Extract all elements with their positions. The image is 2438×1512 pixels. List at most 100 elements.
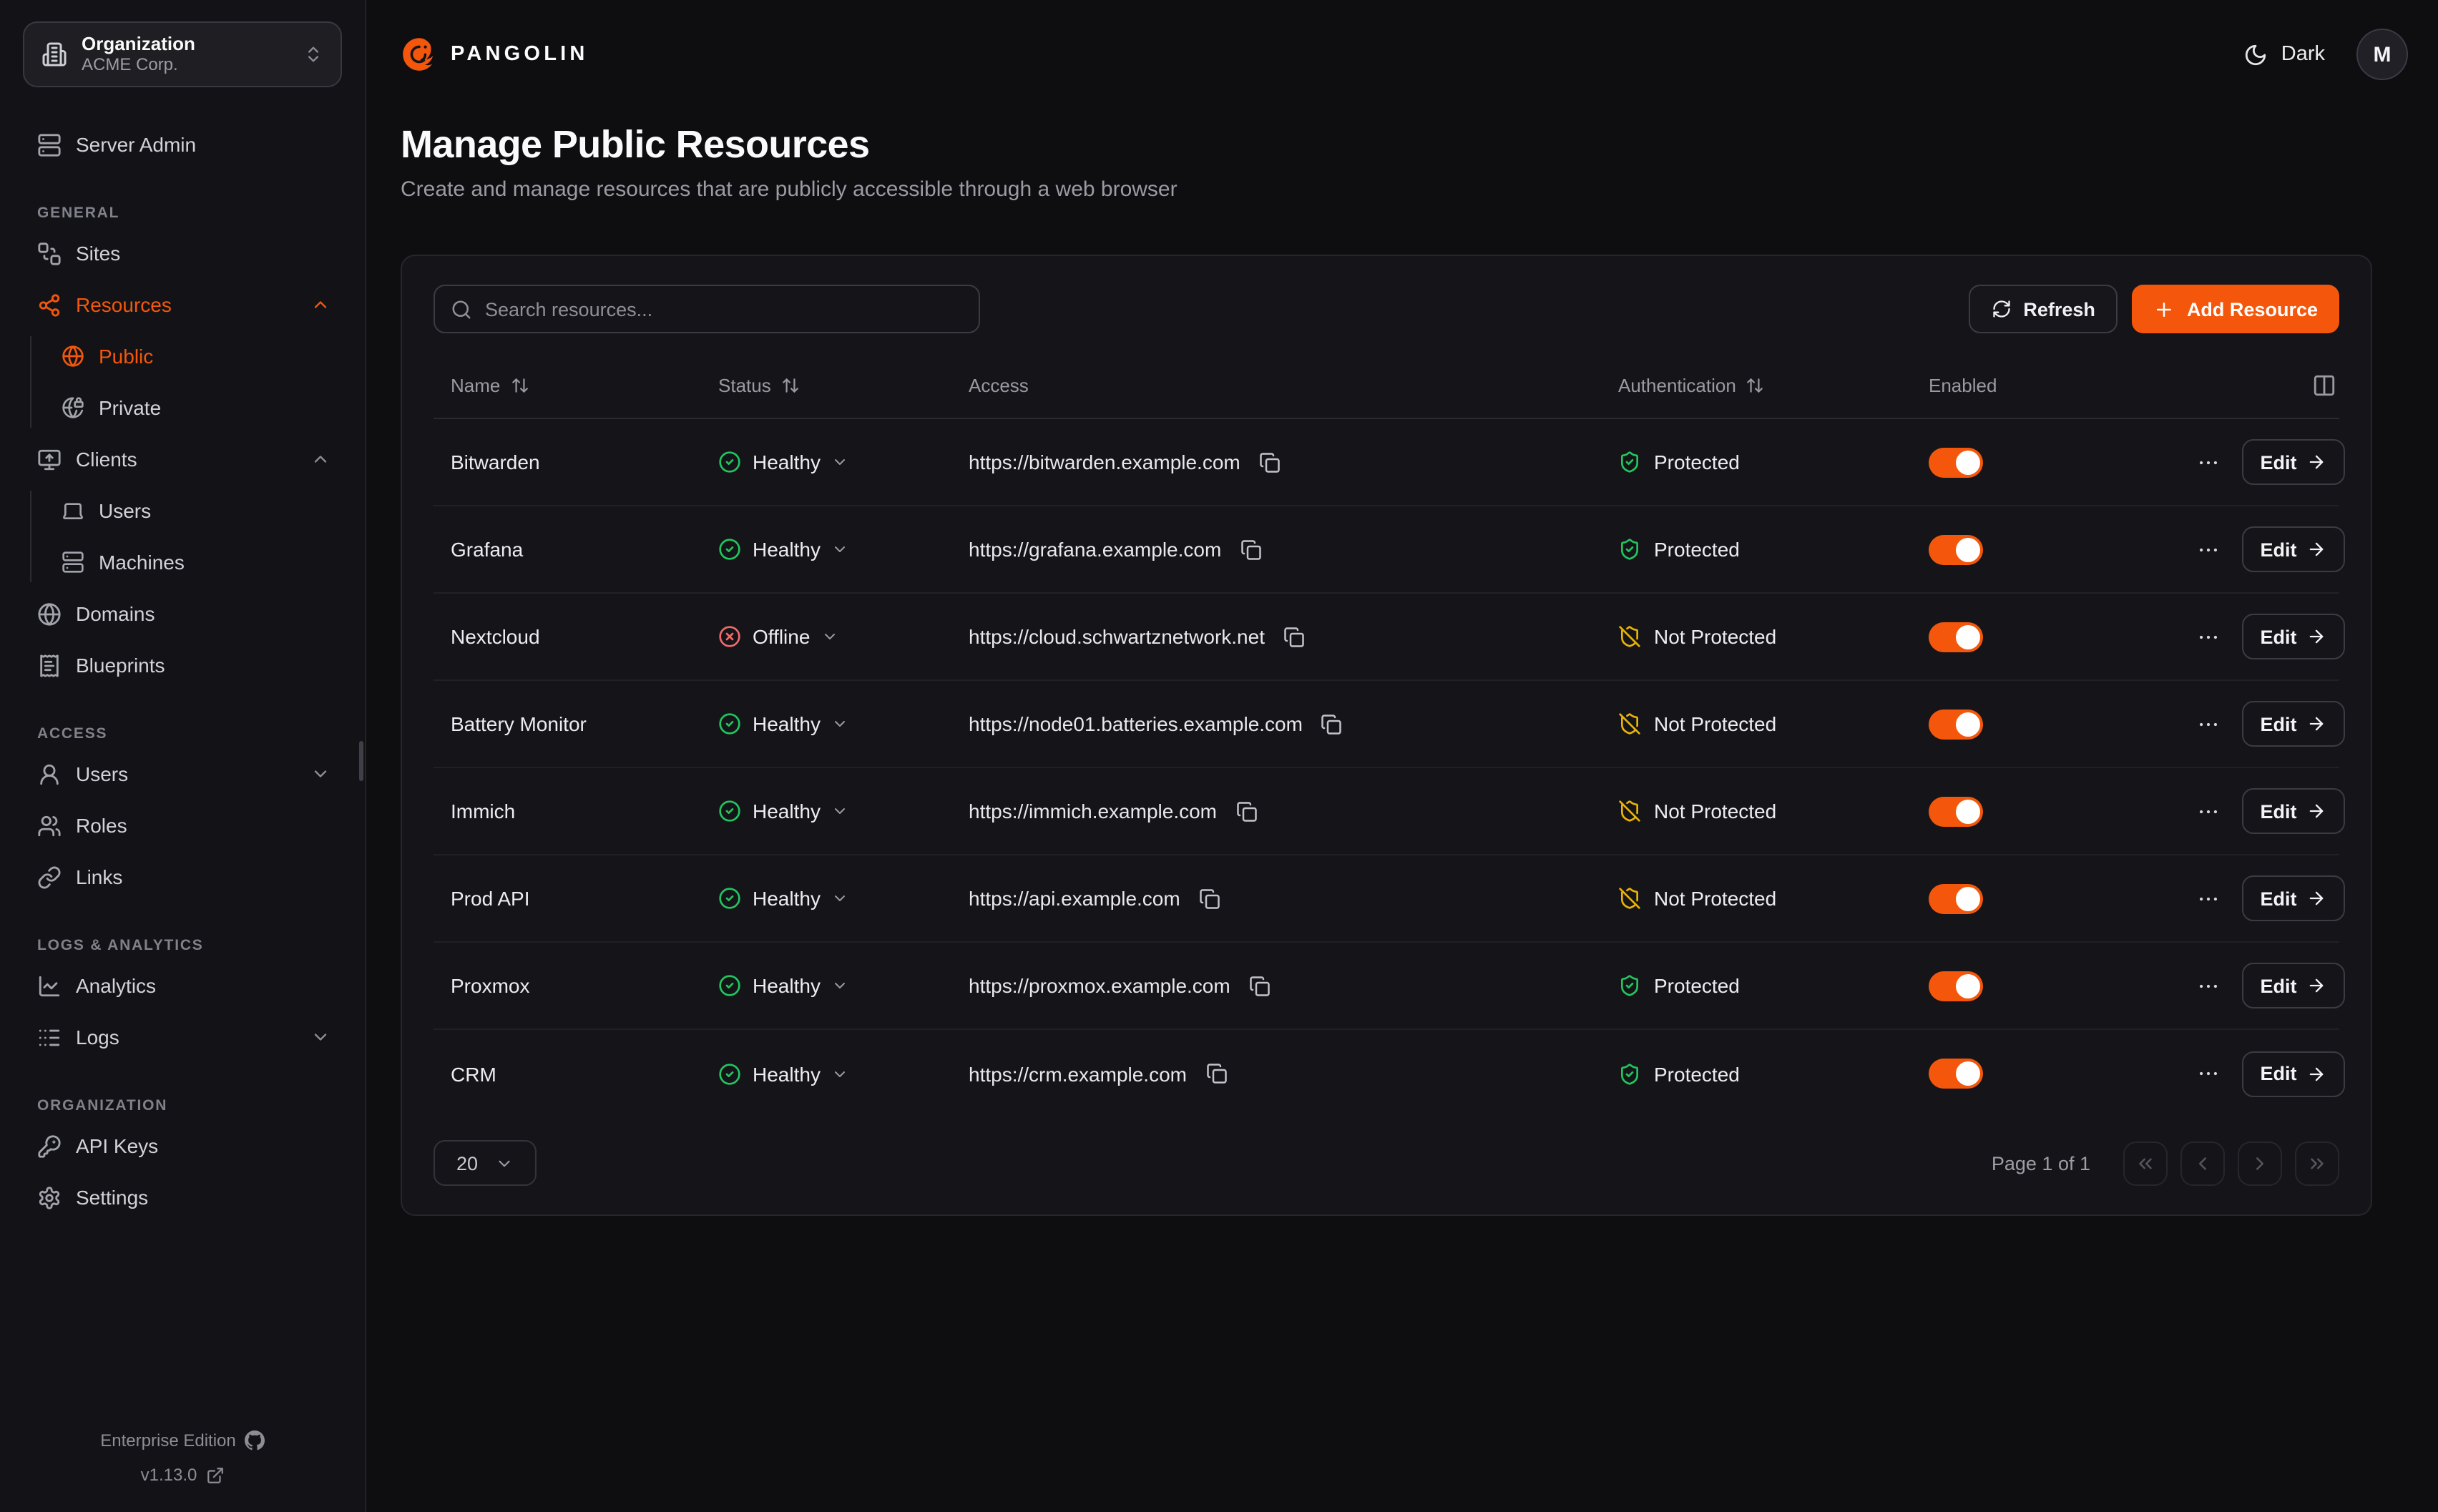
sidebar-item-clients[interactable]: Clients [0,433,365,485]
org-switcher[interactable]: Organization ACME Corp. [23,21,342,87]
prev-page-button[interactable] [2180,1141,2225,1185]
status-dropdown[interactable]: Healthy [718,1062,849,1085]
arrow-right-icon [2307,976,2327,996]
sidebar-scrollbar[interactable] [359,741,363,781]
last-page-button[interactable] [2295,1141,2339,1185]
sidebar-item-private[interactable]: Private [30,382,365,433]
table-row: Bitwarden Healthy https://bitwarden.exam… [434,419,2339,506]
edit-button[interactable]: Edit [2242,439,2345,485]
avatar-initial: M [2374,42,2392,67]
sidebar-item-users[interactable]: Users [0,748,365,800]
status-dropdown[interactable]: Healthy [718,887,849,910]
sidebar-item-label: Logs [76,1026,119,1049]
row-menu-button[interactable] [2193,622,2223,652]
row-menu-button[interactable] [2193,883,2223,913]
resource-name: Immich [434,800,718,823]
status-label: Healthy [753,974,821,997]
first-page-button[interactable] [2123,1141,2168,1185]
edit-button[interactable]: Edit [2242,526,2345,572]
sidebar-item-client-users[interactable]: Users [30,485,365,536]
chevron-down-icon [832,802,849,820]
avatar[interactable]: M [2356,29,2408,80]
copy-url-button[interactable] [1196,885,1223,912]
add-resource-button[interactable]: Add Resource [2133,285,2339,333]
row-menu-button[interactable] [2193,447,2223,477]
sidebar-item-label: Server Admin [76,133,196,156]
refresh-icon [1992,299,2012,319]
copy-url-button[interactable] [1233,797,1260,825]
sidebar-item-domains[interactable]: Domains [0,588,365,639]
edit-button[interactable]: Edit [2242,875,2345,921]
row-menu-button[interactable] [2193,1059,2223,1089]
search-input[interactable] [485,298,963,320]
status-dropdown[interactable]: Healthy [718,974,849,997]
status-dropdown[interactable]: Healthy [718,538,849,561]
healthy-status-icon [718,887,741,910]
sidebar-item-sites[interactable]: Sites [0,227,365,279]
theme-toggle[interactable]: Dark [2244,42,2325,67]
table-row: Nextcloud Offline https://cloud.schwartz… [434,594,2339,681]
edit-button[interactable]: Edit [2242,614,2345,659]
auth-label: Protected [1654,451,1740,473]
sidebar-item-api-keys[interactable]: API Keys [0,1120,365,1172]
sidebar-item-machines[interactable]: Machines [30,536,365,588]
shield-off-icon [1618,800,1641,823]
copy-url-button[interactable] [1237,536,1264,563]
row-menu-button[interactable] [2193,534,2223,564]
copy-url-button[interactable] [1256,448,1283,476]
copy-url-button[interactable] [1281,623,1308,650]
enabled-toggle[interactable] [1929,534,1983,564]
toggle-columns-button[interactable] [2309,370,2339,401]
page-size-select[interactable]: 20 [434,1140,537,1186]
sidebar-item-roles[interactable]: Roles [0,800,365,851]
chevrons-left-icon [2135,1152,2156,1174]
status-dropdown[interactable]: Offline [718,625,838,648]
copy-url-button[interactable] [1203,1060,1230,1087]
enabled-toggle[interactable] [1929,971,1983,1001]
edit-button[interactable]: Edit [2242,963,2345,1008]
status-dropdown[interactable]: Healthy [718,800,849,823]
column-header-status[interactable]: Status [718,375,969,396]
sidebar-item-label: Resources [76,293,172,316]
column-header-authentication[interactable]: Authentication [1618,375,1929,396]
column-header-enabled: Enabled [1929,375,2193,396]
sidebar-item-blueprints[interactable]: Blueprints [0,639,365,691]
edit-button[interactable]: Edit [2242,1051,2345,1096]
search-icon [451,298,472,320]
sidebar-item-public[interactable]: Public [30,330,365,382]
sidebar-item-logs[interactable]: Logs [0,1011,365,1063]
enabled-toggle[interactable] [1929,1059,1983,1089]
edition-link[interactable]: Enterprise Edition [0,1423,365,1458]
sidebar-item-resources[interactable]: Resources [0,279,365,330]
version-link[interactable]: v1.13.0 [0,1458,365,1492]
enabled-toggle[interactable] [1929,447,1983,477]
arrow-right-icon [2307,627,2327,647]
status-dropdown[interactable]: Healthy [718,712,849,735]
shield-check-icon [1618,1062,1641,1085]
enabled-toggle[interactable] [1929,709,1983,739]
copy-url-button[interactable] [1246,972,1273,999]
next-page-button[interactable] [2238,1141,2282,1185]
sidebar-item-label: Sites [76,242,120,265]
resources-card: Refresh Add Resource Name Status [401,255,2372,1216]
row-menu-button[interactable] [2193,709,2223,739]
healthy-status-icon [718,451,741,473]
sidebar-item-analytics[interactable]: Analytics [0,960,365,1011]
sidebar-item-settings[interactable]: Settings [0,1172,365,1223]
brand-logo[interactable]: PANGOLIN [401,36,589,73]
edit-button[interactable]: Edit [2242,788,2345,834]
enabled-toggle[interactable] [1929,622,1983,652]
enabled-toggle[interactable] [1929,883,1983,913]
row-menu-button[interactable] [2193,796,2223,826]
enabled-toggle[interactable] [1929,796,1983,826]
column-header-name[interactable]: Name [434,375,718,396]
sidebar-item-server-admin[interactable]: Server Admin [0,119,365,170]
copy-url-button[interactable] [1318,710,1346,737]
table-row: Grafana Healthy https://grafana.example.… [434,506,2339,594]
status-dropdown[interactable]: Healthy [718,451,849,473]
edit-button[interactable]: Edit [2242,701,2345,747]
sidebar-item-links[interactable]: Links [0,851,365,903]
arrow-right-icon [2307,452,2327,472]
row-menu-button[interactable] [2193,971,2223,1001]
refresh-button[interactable]: Refresh [1969,285,2118,333]
